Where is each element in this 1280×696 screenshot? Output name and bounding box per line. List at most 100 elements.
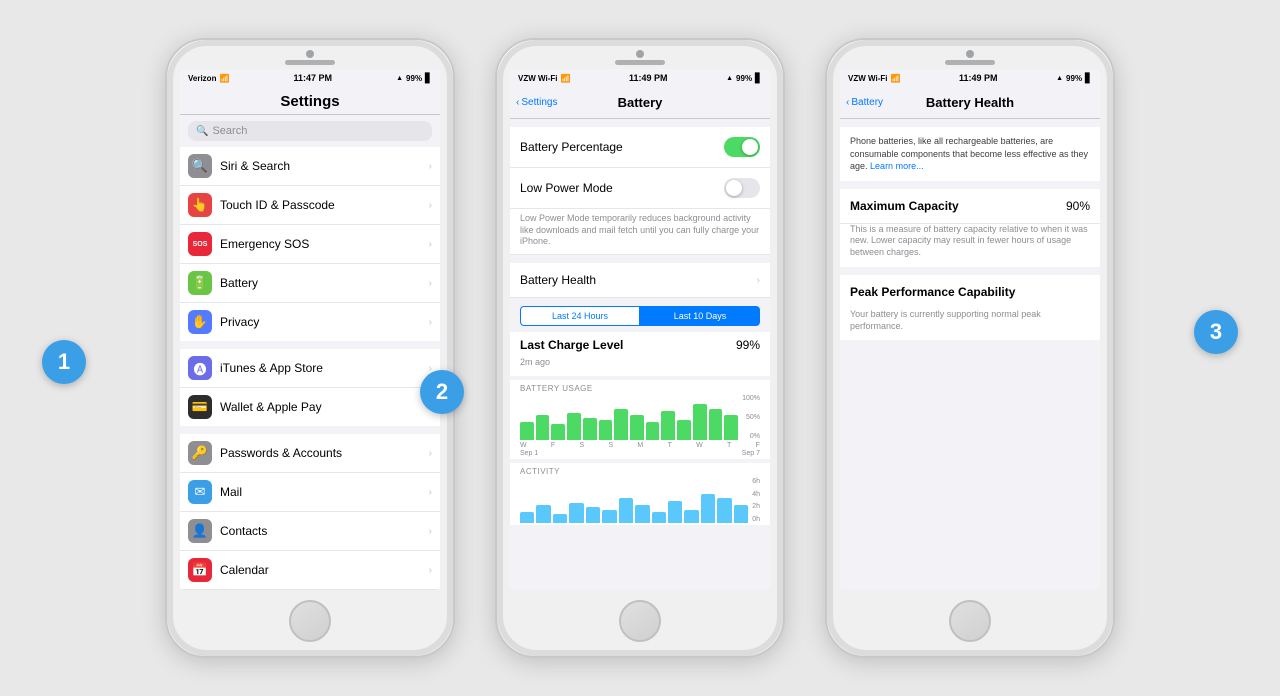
max-capacity-section: Maximum Capacity 90% This is a measure o…: [840, 189, 1100, 267]
settings-row-wallet[interactable]: 💳 Wallet & Apple Pay ›: [180, 388, 440, 426]
home-button-2[interactable]: [619, 600, 661, 642]
badge-3: 3: [1194, 310, 1238, 354]
battery-percentage-row[interactable]: Battery Percentage: [510, 127, 770, 168]
health-title: Battery Health: [926, 95, 1014, 110]
settings-row-passwords[interactable]: 🔑 Passwords & Accounts ›: [180, 434, 440, 473]
back-chevron: ‹: [516, 97, 519, 108]
act-2h: 2h: [752, 503, 760, 510]
status-bar-3: VZW Wi-Fi 📶 11:49 PM ▲ 99% ▋: [840, 69, 1100, 87]
time-3: 11:49 PM: [959, 73, 998, 83]
calendar-chevron: ›: [429, 565, 432, 576]
settings-row-siri[interactable]: 🔍 Siri & Search ›: [180, 147, 440, 186]
battery-usage-chart: BATTERY USAGE: [510, 380, 770, 459]
back-chevron-3: ‹: [846, 97, 849, 108]
usage-bar-7: [614, 409, 628, 441]
act-bar-6: [602, 510, 616, 524]
itunes-icon: 🅐: [188, 356, 212, 380]
settings-row-battery[interactable]: 🔋 Battery ›: [180, 264, 440, 303]
battery-content: Battery Percentage Low Power Mode Low Po…: [510, 119, 770, 590]
speaker-3: [945, 60, 995, 65]
back-to-settings[interactable]: ‹ Settings: [516, 97, 557, 108]
settings-row-touchid[interactable]: 👆 Touch ID & Passcode ›: [180, 186, 440, 225]
battery-percentage-label: Battery Percentage: [520, 140, 623, 154]
battery-health-row[interactable]: Battery Health ›: [510, 263, 770, 298]
max-capacity-label: Maximum Capacity: [850, 199, 959, 213]
battery-title: Battery: [618, 95, 663, 110]
usage-bar-11: [677, 420, 691, 440]
act-4h: 4h: [752, 491, 760, 498]
act-bar-8: [635, 505, 649, 523]
battery-pct-1: 99%: [406, 74, 422, 83]
x-label-s2: S: [608, 442, 613, 449]
search-placeholder: Search: [212, 125, 247, 137]
act-bar-12: [701, 494, 715, 523]
carrier-2: VZW Wi-Fi: [518, 74, 557, 83]
seg-24hours[interactable]: Last 24 Hours: [520, 306, 640, 326]
home-button-1[interactable]: [289, 600, 331, 642]
usage-bar-5: [583, 418, 597, 441]
health-nav-header: ‹ Battery Battery Health: [840, 87, 1100, 119]
privacy-icon: ✋: [188, 310, 212, 334]
home-button-3[interactable]: [949, 600, 991, 642]
privacy-chevron: ›: [429, 317, 432, 328]
settings-section-1: 🔍 Siri & Search › 👆 Touch ID & Passcode …: [180, 147, 440, 341]
battery-usage-label: BATTERY USAGE: [520, 384, 760, 393]
battery-nav-label: Battery: [220, 276, 429, 290]
settings-row-privacy[interactable]: ✋ Privacy ›: [180, 303, 440, 341]
badge-1: 1: [42, 340, 86, 384]
calendar-icon: 📅: [188, 558, 212, 582]
contacts-chevron: ›: [429, 526, 432, 537]
touchid-icon: 👆: [188, 193, 212, 217]
usage-0: 0%: [750, 433, 760, 440]
front-camera-3: [966, 50, 974, 58]
mail-chevron: ›: [429, 487, 432, 498]
settings-row-calendar[interactable]: 📅 Calendar ›: [180, 551, 440, 590]
charge-sub: 2m ago: [520, 357, 550, 367]
act-bar-11: [684, 510, 698, 524]
wallet-icon: 💳: [188, 395, 212, 419]
act-bar-13: [717, 498, 731, 523]
wallet-label: Wallet & Apple Pay: [220, 400, 429, 414]
search-bar[interactable]: 🔍 Search: [188, 121, 432, 141]
x-label-s1: S: [579, 442, 584, 449]
x-label-f1: F: [551, 442, 555, 449]
back-label-3: Battery: [851, 97, 883, 108]
x-label-t2: T: [727, 442, 731, 449]
contacts-icon: 👤: [188, 519, 212, 543]
battery-icon-3: ▋: [1085, 73, 1092, 84]
badge-2: 2: [420, 370, 464, 414]
speaker: [285, 60, 335, 65]
settings-title: Settings: [180, 87, 440, 115]
usage-bar-2: [536, 415, 550, 440]
settings-row-contacts[interactable]: 👤 Contacts ›: [180, 512, 440, 551]
time-1: 11:47 PM: [294, 73, 333, 83]
status-bar-2: VZW Wi-Fi 📶 11:49 PM ▲ 99% ▋: [510, 69, 770, 87]
usage-bar-6: [599, 420, 613, 440]
location-icon-2: ▲: [726, 75, 733, 82]
settings-row-mail[interactable]: ✉ Mail ›: [180, 473, 440, 512]
battery-percentage-toggle[interactable]: [724, 137, 760, 157]
low-power-toggle[interactable]: [724, 178, 760, 198]
sos-label: Emergency SOS: [220, 237, 429, 251]
low-power-row[interactable]: Low Power Mode: [510, 168, 770, 209]
settings-row-itunes[interactable]: 🅐 iTunes & App Store ›: [180, 349, 440, 388]
screen-1: Verizon 📶 11:47 PM ▲ 99% ▋ Settings 🔍 Se…: [180, 69, 440, 590]
seg-10days[interactable]: Last 10 Days: [640, 306, 760, 326]
sos-icon: SOS: [188, 232, 212, 256]
usage-100: 100%: [742, 395, 760, 402]
usage-bar-3: [551, 424, 565, 440]
segment-control: Last 24 Hours Last 10 Days: [520, 306, 760, 326]
activity-chart: ACTIVITY: [510, 463, 770, 525]
act-bar-2: [536, 505, 550, 523]
search-icon: 🔍: [196, 126, 208, 137]
peak-performance-row: Peak Performance Capability: [840, 275, 1100, 309]
learn-more-link[interactable]: Learn more...: [870, 161, 924, 171]
battery-health-section: Battery Health ›: [510, 263, 770, 298]
settings-row-sos[interactable]: SOS Emergency SOS ›: [180, 225, 440, 264]
usage-bar-9: [646, 422, 660, 440]
battery-toggles-section: Battery Percentage Low Power Mode Low Po…: [510, 127, 770, 255]
mail-label: Mail: [220, 485, 429, 499]
act-bar-10: [668, 501, 682, 524]
back-to-battery[interactable]: ‹ Battery: [846, 97, 883, 108]
wifi-icon-1: 📶: [219, 74, 229, 83]
